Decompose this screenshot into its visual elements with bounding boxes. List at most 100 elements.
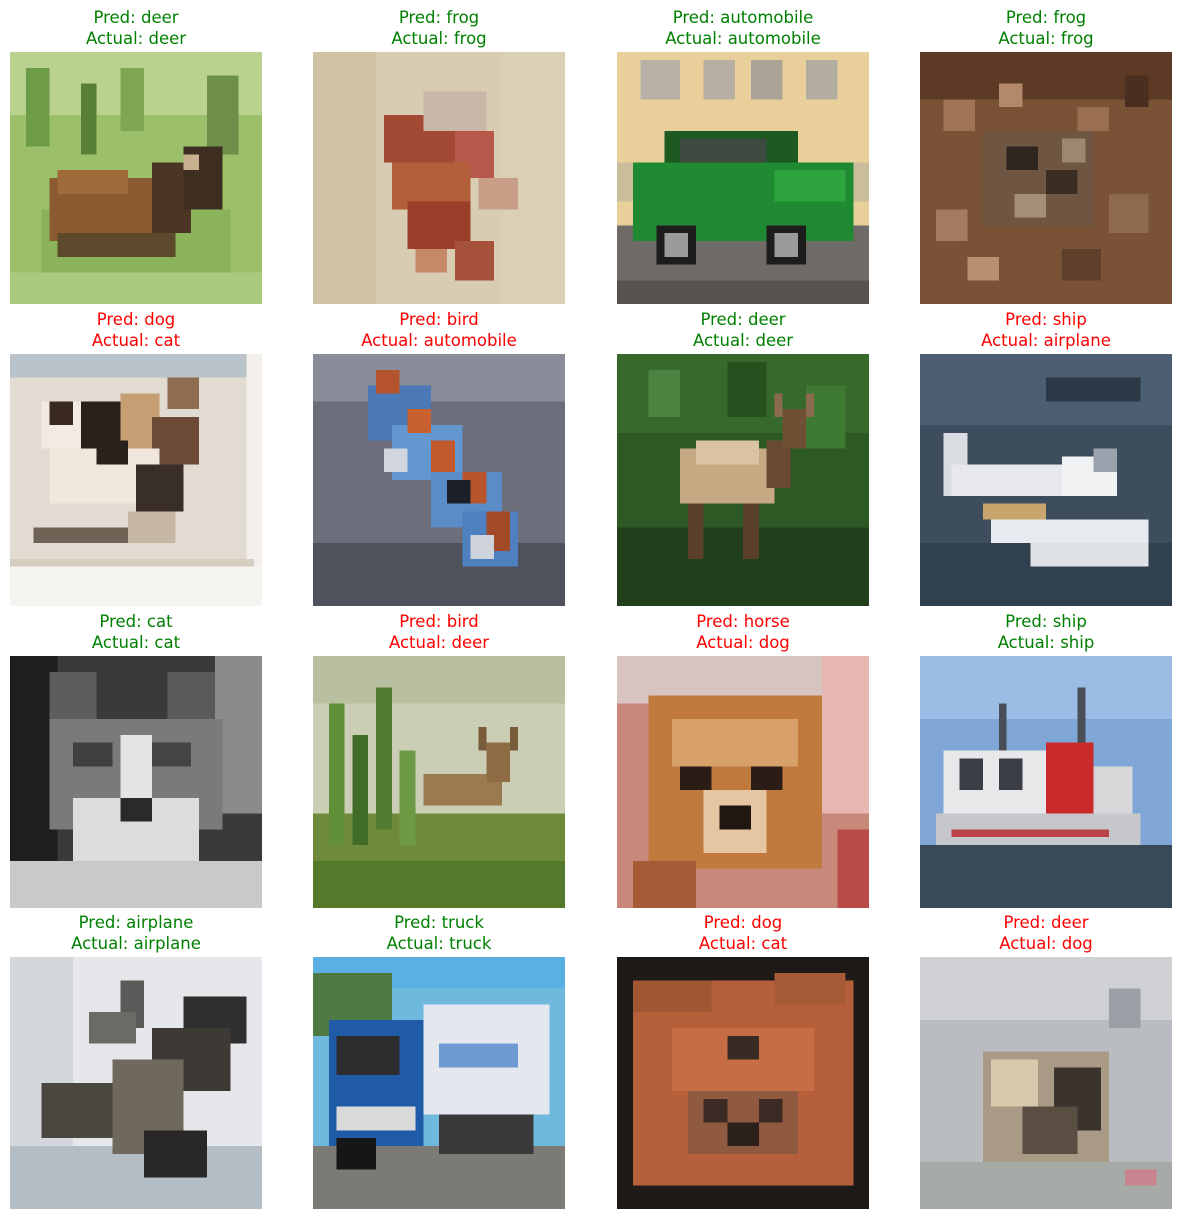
actual-label: Actual: dog — [896, 933, 1180, 954]
sample-image — [617, 354, 869, 606]
pred-value: deer — [140, 8, 179, 27]
actual-prefix: Actual: — [391, 29, 454, 48]
actual-prefix: Actual: — [999, 934, 1062, 953]
actual-label: Actual: cat — [593, 933, 893, 954]
pred-prefix: Pred: — [394, 913, 442, 932]
pred-label: Pred: ship — [896, 309, 1180, 330]
actual-label: Actual: ship — [896, 632, 1180, 653]
pred-label: Pred: automobile — [593, 7, 893, 28]
actual-value: ship — [1060, 633, 1095, 652]
actual-value: deer — [148, 29, 187, 48]
pred-label: Pred: deer — [896, 912, 1180, 933]
pred-label: Pred: horse — [593, 611, 893, 632]
actual-prefix: Actual: — [71, 934, 134, 953]
actual-label: Actual: truck — [289, 933, 589, 954]
pred-prefix: Pred: — [399, 612, 447, 631]
pred-value: bird — [446, 612, 479, 631]
panel-caption: Pred: cat Actual: cat — [0, 611, 286, 653]
pred-value: dog — [751, 913, 783, 932]
pred-prefix: Pred: — [1003, 913, 1051, 932]
sample-image — [313, 52, 565, 304]
pred-label: Pred: cat — [0, 611, 286, 632]
actual-value: cat — [154, 633, 181, 652]
actual-prefix: Actual: — [696, 633, 759, 652]
pred-value: frog — [446, 8, 480, 27]
panel-caption: Pred: frog Actual: frog — [896, 7, 1180, 49]
panel-caption: Pred: horse Actual: dog — [593, 611, 893, 653]
actual-label: Actual: airplane — [0, 933, 286, 954]
actual-prefix: Actual: — [388, 633, 452, 652]
sample-image — [920, 656, 1172, 908]
actual-value: frog — [1060, 29, 1094, 48]
actual-prefix: Actual: — [91, 633, 155, 652]
actual-value: dog — [758, 633, 790, 652]
pred-prefix: Pred: — [1005, 612, 1053, 631]
sample-image — [617, 52, 869, 304]
actual-prefix: Actual: — [692, 331, 756, 350]
pred-value: frog — [1053, 8, 1087, 27]
pred-value: automobile — [720, 8, 814, 27]
sample-image — [10, 52, 262, 304]
sample-image — [920, 354, 1172, 606]
actual-label: Actual: airplane — [896, 330, 1180, 351]
pred-label: Pred: ship — [896, 611, 1180, 632]
actual-value: dog — [1061, 934, 1093, 953]
pred-prefix: Pred: — [78, 913, 127, 932]
actual-prefix: Actual: — [386, 934, 450, 953]
sample-image — [617, 957, 869, 1209]
sample-image — [313, 354, 565, 606]
actual-value: airplane — [133, 934, 201, 953]
pred-prefix: Pred: — [1005, 8, 1054, 27]
pred-label: Pred: dog — [593, 912, 893, 933]
pred-prefix: Pred: — [96, 310, 145, 329]
pred-prefix: Pred: — [703, 913, 752, 932]
actual-prefix: Actual: — [665, 29, 728, 48]
actual-value: truck — [449, 934, 492, 953]
actual-label: Actual: deer — [0, 28, 286, 49]
pred-prefix: Pred: — [399, 310, 447, 329]
pred-prefix: Pred: — [672, 8, 721, 27]
panel-caption: Pred: bird Actual: automobile — [289, 309, 589, 351]
pred-prefix: Pred: — [696, 612, 744, 631]
panel-caption: Pred: truck Actual: truck — [289, 912, 589, 954]
actual-prefix: Actual: — [698, 934, 762, 953]
actual-prefix: Actual: — [981, 331, 1044, 350]
pred-value: airplane — [126, 913, 194, 932]
sample-image — [10, 354, 262, 606]
pred-label: Pred: bird — [289, 309, 589, 330]
actual-prefix: Actual: — [91, 331, 155, 350]
actual-value: airplane — [1043, 331, 1111, 350]
pred-label: Pred: frog — [896, 7, 1180, 28]
panel-caption: Pred: frog Actual: frog — [289, 7, 589, 49]
pred-value: ship — [1052, 310, 1087, 329]
panel-caption: Pred: bird Actual: deer — [289, 611, 589, 653]
panel-caption: Pred: automobile Actual: automobile — [593, 7, 893, 49]
sample-image — [920, 957, 1172, 1209]
pred-prefix: Pred: — [1005, 310, 1053, 329]
panel-caption: Pred: ship Actual: airplane — [896, 309, 1180, 351]
sample-image — [10, 656, 262, 908]
pred-label: Pred: truck — [289, 912, 589, 933]
pred-value: dog — [144, 310, 176, 329]
panel-caption: Pred: airplane Actual: airplane — [0, 912, 286, 954]
actual-value: deer — [451, 633, 490, 652]
pred-label: Pred: bird — [289, 611, 589, 632]
actual-prefix: Actual: — [997, 633, 1061, 652]
pred-value: deer — [747, 310, 786, 329]
pred-value: truck — [441, 913, 484, 932]
actual-label: Actual: dog — [593, 632, 893, 653]
actual-prefix: Actual: — [361, 331, 424, 350]
actual-label: Actual: automobile — [289, 330, 589, 351]
actual-label: Actual: deer — [289, 632, 589, 653]
pred-value: ship — [1052, 612, 1087, 631]
actual-label: Actual: cat — [0, 330, 286, 351]
panel-caption: Pred: dog Actual: cat — [0, 309, 286, 351]
actual-prefix: Actual: — [85, 29, 149, 48]
pred-value: horse — [743, 612, 790, 631]
pred-prefix: Pred: — [93, 8, 141, 27]
actual-label: Actual: frog — [896, 28, 1180, 49]
pred-prefix: Pred: — [700, 310, 748, 329]
prediction-grid: Pred: deer Actual: deer Pred: frog Actual:… — [0, 0, 1180, 1218]
pred-prefix: Pred: — [398, 8, 447, 27]
sample-image — [920, 52, 1172, 304]
